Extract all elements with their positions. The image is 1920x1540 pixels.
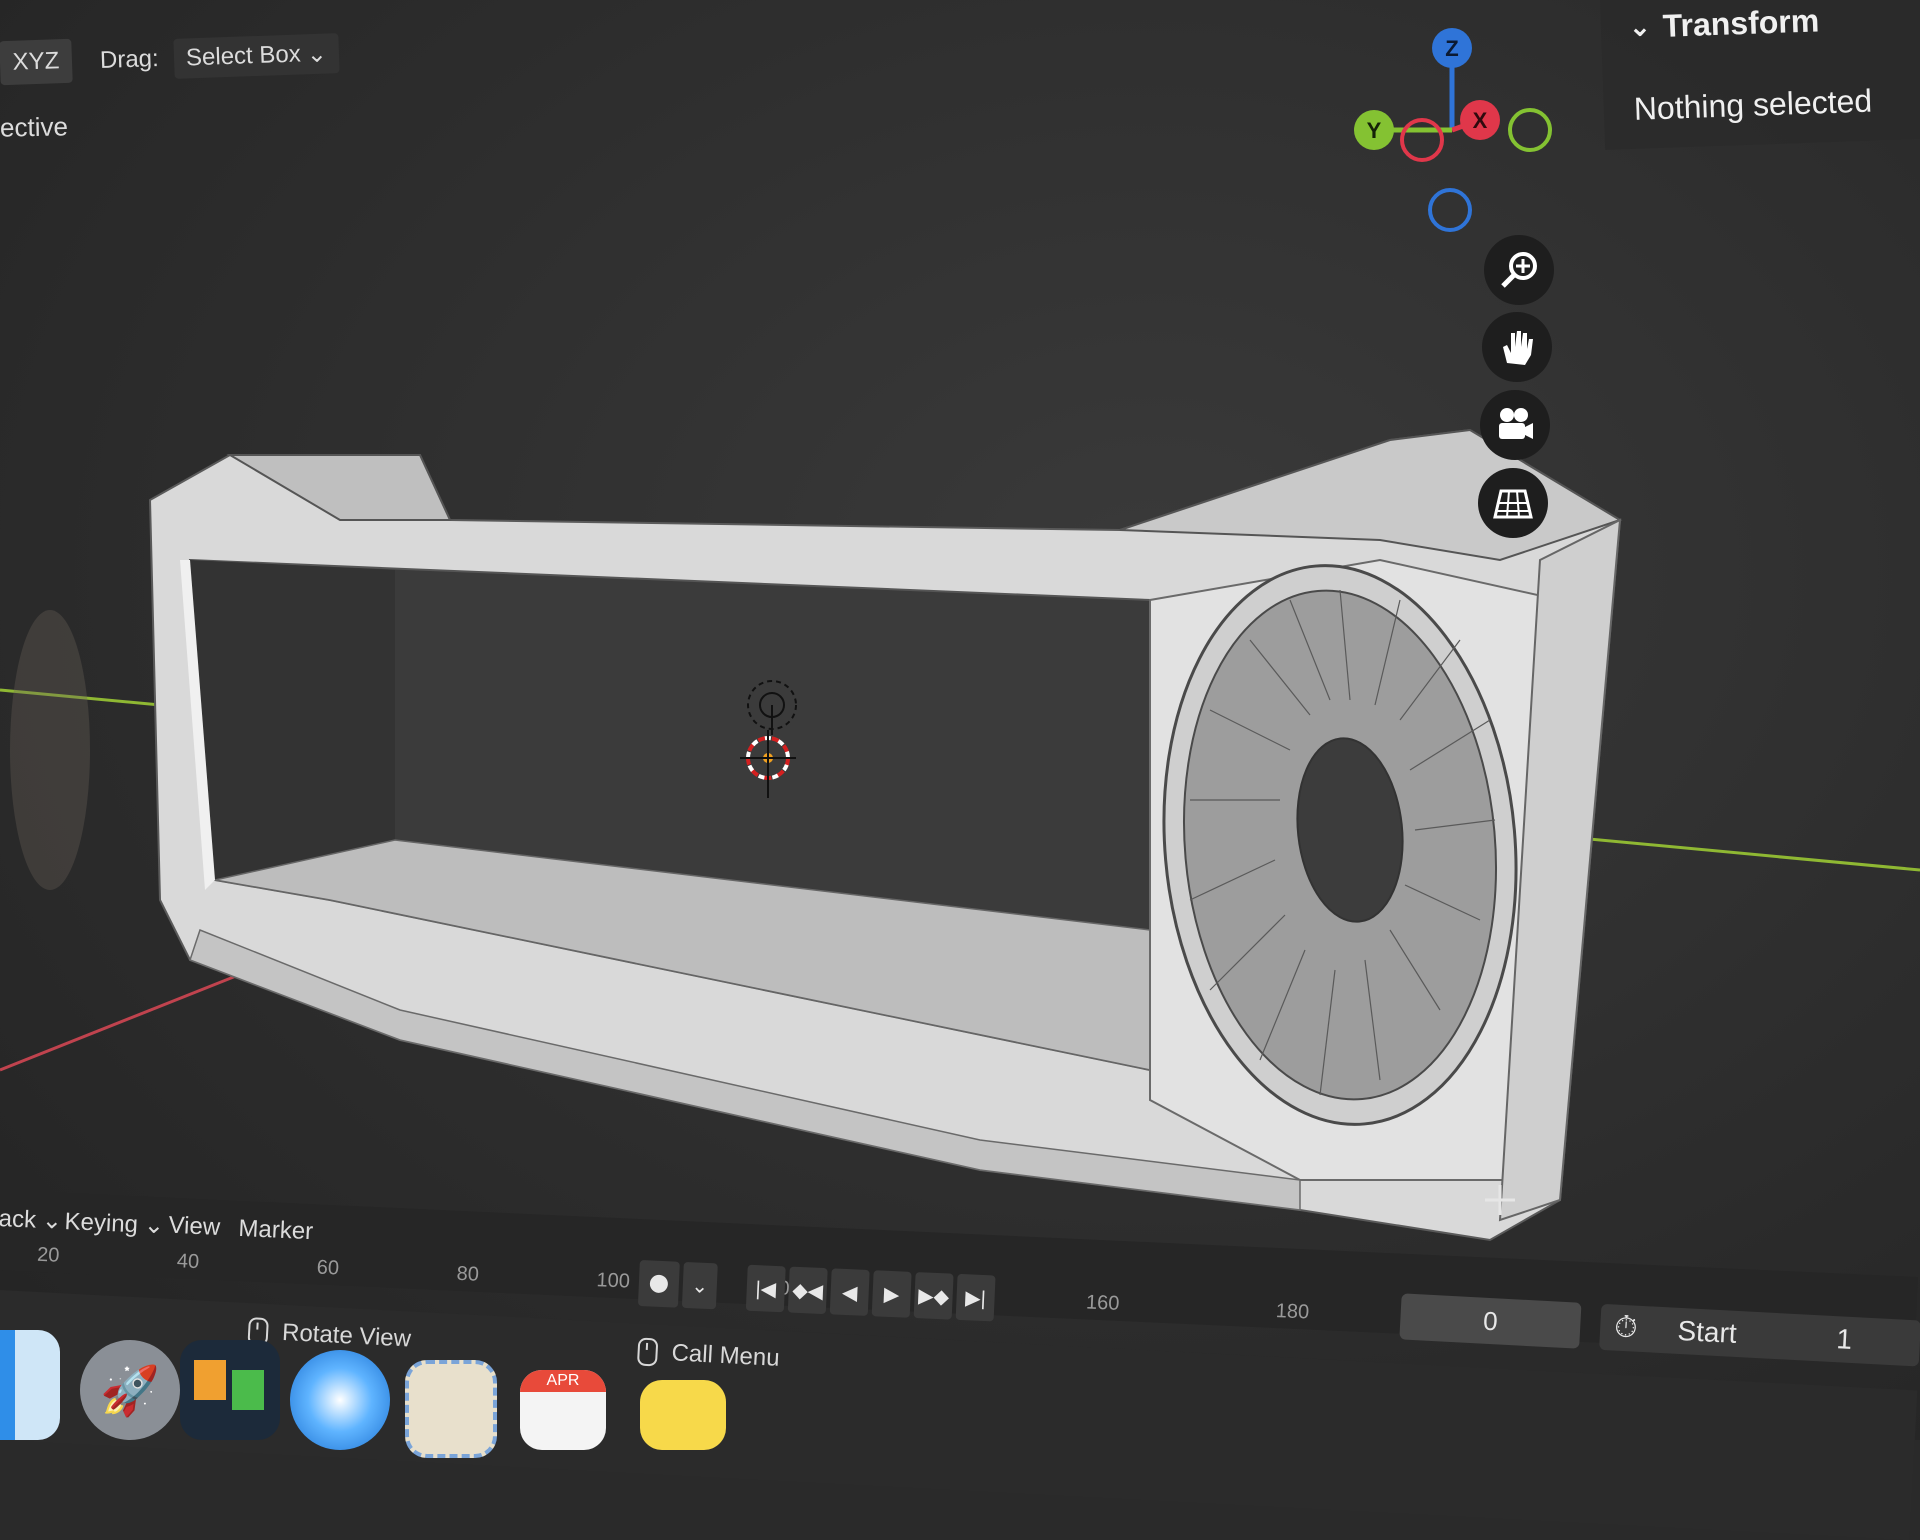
record-icon bbox=[649, 1274, 669, 1294]
transform-panel: ⌄ Transform Nothing selected bbox=[1600, 0, 1920, 150]
gizmo-neg-x-circle bbox=[1400, 118, 1444, 162]
gizmo-z-label: Z bbox=[1445, 36, 1458, 61]
axis-mode-button[interactable]: XYZ bbox=[0, 38, 73, 86]
ruler-tick: 40 bbox=[176, 1250, 200, 1274]
view-menu[interactable]: View bbox=[168, 1212, 221, 1242]
play-reverse-button[interactable]: ◀ bbox=[829, 1268, 870, 1316]
start-frame-value: 1 bbox=[1835, 1323, 1853, 1355]
mission-control-icon[interactable] bbox=[180, 1340, 280, 1440]
keying-menu[interactable]: Keying ⌄ bbox=[64, 1207, 165, 1240]
zoom-icon bbox=[1501, 252, 1537, 288]
chevron-down-icon: ⌄ bbox=[143, 1211, 165, 1240]
ruler-tick: 180 bbox=[1275, 1300, 1310, 1324]
launchpad-icon[interactable]: 🚀 bbox=[80, 1340, 180, 1440]
chevron-down-icon: ⌄ bbox=[1628, 11, 1652, 42]
drag-label: Drag: bbox=[99, 44, 160, 75]
ruler-tick: 160 bbox=[1085, 1291, 1120, 1315]
transform-panel-title: Transform bbox=[1662, 2, 1820, 44]
gizmo-x-label: X bbox=[1473, 108, 1488, 133]
jump-start-icon: |◀ bbox=[754, 1277, 777, 1301]
calendar-icon[interactable]: APR bbox=[520, 1370, 606, 1450]
macos-dock: 🚀 APR bbox=[0, 1300, 760, 1458]
ruler-tick: 20 bbox=[36, 1243, 60, 1267]
current-frame-field[interactable]: 0 bbox=[1399, 1293, 1582, 1349]
safari-icon[interactable] bbox=[290, 1350, 390, 1450]
finder-icon[interactable] bbox=[0, 1330, 60, 1440]
drag-select-value: Select Box bbox=[185, 40, 302, 72]
calendar-month: APR bbox=[520, 1370, 606, 1392]
mail-icon[interactable] bbox=[405, 1360, 497, 1458]
start-frame-label: Start bbox=[1676, 1314, 1738, 1349]
transform-panel-header[interactable]: ⌄ Transform bbox=[1628, 2, 1819, 46]
next-keyframe-button[interactable]: ▶◆ bbox=[913, 1272, 954, 1320]
mesh-object[interactable] bbox=[148, 428, 1623, 1242]
ruler-tick: 100 bbox=[596, 1269, 631, 1293]
grid-ortho-icon bbox=[1493, 489, 1533, 519]
chevron-down-icon: ⌄ bbox=[690, 1274, 709, 1298]
play-reverse-icon: ◀ bbox=[841, 1281, 858, 1305]
camera-icon bbox=[1499, 408, 1533, 439]
chevron-down-icon: ⌄ bbox=[41, 1206, 63, 1235]
view-menu-label: View bbox=[167, 1211, 221, 1242]
keying-menu-label: Keying bbox=[64, 1207, 139, 1238]
navigation-gizmo[interactable]: Z Y X bbox=[1340, 20, 1560, 240]
next-keyframe-icon: ▶◆ bbox=[917, 1284, 950, 1309]
chevron-down-icon: ⌄ bbox=[306, 40, 328, 68]
axis-mode-label: XYZ bbox=[12, 47, 60, 76]
stopwatch-icon: ⏱ bbox=[1613, 1310, 1639, 1345]
play-button[interactable]: ▶ bbox=[871, 1270, 912, 1318]
transform-panel-message: Nothing selected bbox=[1633, 82, 1873, 127]
playback-menu[interactable]: ack ⌄ bbox=[0, 1204, 63, 1236]
ruler-tick: 80 bbox=[456, 1262, 480, 1286]
camera-view-button[interactable] bbox=[1480, 390, 1550, 460]
marker-menu-label: Marker bbox=[237, 1214, 314, 1246]
zoom-button[interactable] bbox=[1484, 235, 1554, 305]
jump-end-icon: ▶| bbox=[964, 1286, 987, 1310]
current-frame-value: 0 bbox=[1482, 1305, 1499, 1336]
hand-pan-icon bbox=[1503, 331, 1533, 365]
playback-menu-label: ack bbox=[0, 1204, 37, 1234]
prev-keyframe-icon: ◆◀ bbox=[791, 1279, 824, 1303]
view-perspective-label: ective bbox=[0, 111, 69, 143]
prev-keyframe-button[interactable]: ◆◀ bbox=[787, 1266, 828, 1315]
pan-button[interactable] bbox=[1482, 312, 1552, 382]
gizmo-neg-y-circle bbox=[1508, 108, 1552, 152]
gizmo-neg-z-circle bbox=[1428, 188, 1472, 232]
jump-end-button[interactable]: ▶| bbox=[955, 1273, 996, 1322]
drag-select-dropdown[interactable]: Select Box ⌄ bbox=[173, 33, 340, 79]
play-icon: ▶ bbox=[883, 1283, 900, 1306]
gizmo-y-label: Y bbox=[1367, 118, 1382, 143]
ortho-toggle-button[interactable] bbox=[1478, 468, 1548, 538]
marker-menu[interactable]: Marker bbox=[238, 1215, 314, 1246]
ruler-tick: 60 bbox=[316, 1256, 340, 1280]
